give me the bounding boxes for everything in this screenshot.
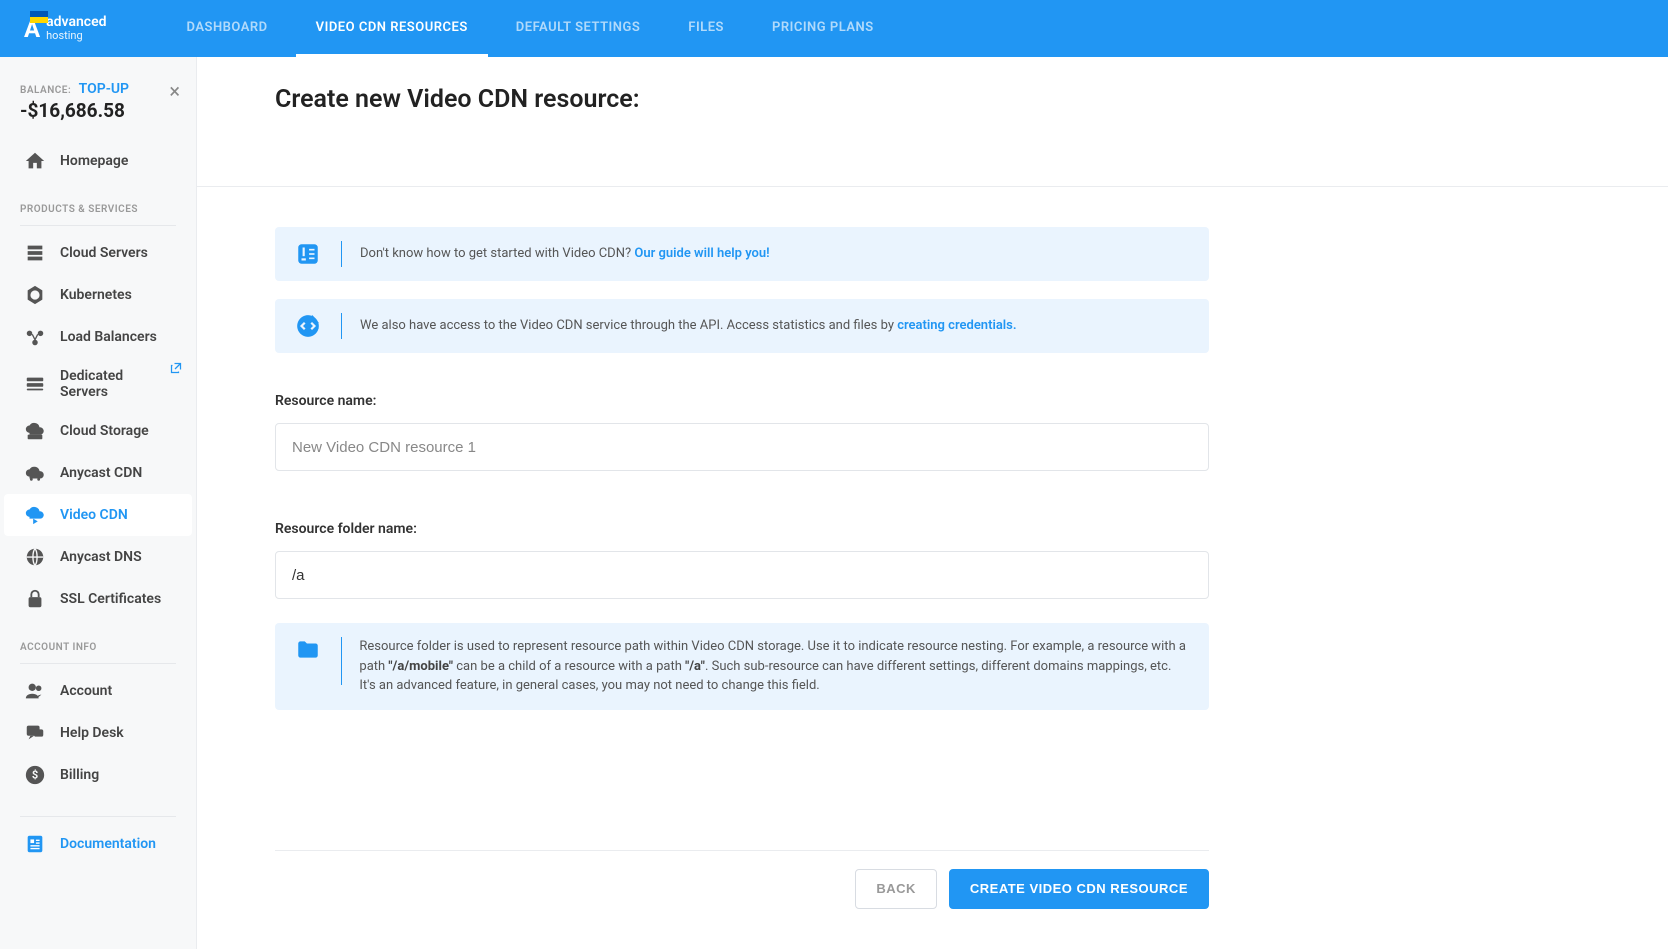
nav-default-settings[interactable]: DEFAULT SETTINGS <box>496 0 661 57</box>
guide-link[interactable]: Our guide will help you! <box>634 246 769 261</box>
divider <box>20 816 176 817</box>
sidebar-item-help-desk[interactable]: Help Desk <box>4 712 192 754</box>
external-link-icon <box>170 362 182 378</box>
credentials-link[interactable]: creating credentials. <box>897 318 1016 333</box>
api-info-box: We also have access to the Video CDN ser… <box>275 299 1209 353</box>
sidebar-item-label: Anycast CDN <box>60 465 142 481</box>
api-text: We also have access to the Video CDN ser… <box>360 316 1017 336</box>
nav-video-cdn-resources[interactable]: VIDEO CDN RESOURCES <box>296 0 488 57</box>
account-icon <box>24 680 46 702</box>
back-button[interactable]: BACK <box>855 869 937 909</box>
dedicated-servers-icon <box>24 373 46 395</box>
sidebar-heading-products: PRODUCTS & SERVICES <box>0 194 196 219</box>
sidebar-item-label: SSL Certificates <box>60 591 161 607</box>
folder-info-box: Resource folder is used to represent res… <box>275 623 1209 710</box>
folder-name-group: Resource folder name: <box>275 521 1209 599</box>
sidebar-item-dedicated-servers[interactable]: Dedicated Servers <box>4 358 192 410</box>
resource-name-label: Resource name: <box>275 393 1209 409</box>
resource-name-input[interactable] <box>275 423 1209 471</box>
guide-text: Don't know how to get started with Video… <box>360 244 770 264</box>
ssl-icon <box>24 588 46 610</box>
svg-text:$: $ <box>32 769 38 782</box>
folder-info-text: Resource folder is used to represent res… <box>359 637 1189 696</box>
folder-name-label: Resource folder name: <box>275 521 1209 537</box>
sidebar-item-label: Load Balancers <box>60 329 157 345</box>
nav-files[interactable]: FILES <box>668 0 744 57</box>
sidebar-item-homepage[interactable]: Homepage <box>4 140 192 182</box>
divider <box>20 225 176 226</box>
sidebar-item-label: Video CDN <box>60 507 128 523</box>
anycast-cdn-icon <box>24 462 46 484</box>
sidebar: × BALANCE: TOP-UP -$16,686.58 Homepage P… <box>0 57 197 949</box>
kubernetes-icon <box>24 284 46 306</box>
sidebar-item-label: Dedicated Servers <box>60 368 172 400</box>
close-icon[interactable]: × <box>169 79 180 103</box>
top-nav: DASHBOARD VIDEO CDN RESOURCES DEFAULT SE… <box>167 0 894 57</box>
api-icon <box>295 313 321 339</box>
nav-dashboard[interactable]: DASHBOARD <box>167 0 288 57</box>
nav-pricing-plans[interactable]: PRICING PLANS <box>752 0 894 57</box>
guide-icon <box>295 241 321 267</box>
cloud-storage-icon <box>24 420 46 442</box>
sidebar-item-load-balancers[interactable]: Load Balancers <box>4 316 192 358</box>
divider <box>20 663 176 664</box>
divider <box>341 313 342 339</box>
divider <box>341 241 342 267</box>
guide-info-box: Don't know how to get started with Video… <box>275 227 1209 281</box>
billing-icon: $ <box>24 764 46 786</box>
sidebar-item-documentation[interactable]: Documentation <box>4 823 192 865</box>
brand-name: advanced <box>46 15 106 29</box>
top-up-link[interactable]: TOP-UP <box>79 81 129 97</box>
load-balancer-icon <box>24 326 46 348</box>
divider <box>197 186 1668 187</box>
sidebar-item-video-cdn[interactable]: Video CDN <box>4 494 192 536</box>
documentation-icon <box>24 833 46 855</box>
sidebar-item-ssl-certificates[interactable]: SSL Certificates <box>4 578 192 620</box>
sidebar-item-label: Cloud Storage <box>60 423 149 439</box>
home-icon <box>24 150 46 172</box>
balance-amount: -$16,686.58 <box>20 99 176 122</box>
top-bar: A advanced hosting DASHBOARD VIDEO CDN R… <box>0 0 1668 57</box>
folder-name-input[interactable] <box>275 551 1209 599</box>
main-content: Create new Video CDN resource: Don't kno… <box>197 57 1668 949</box>
sidebar-item-anycast-dns[interactable]: Anycast DNS <box>4 536 192 578</box>
sidebar-heading-account: ACCOUNT INFO <box>0 632 196 657</box>
sidebar-item-label: Anycast DNS <box>60 549 142 565</box>
sidebar-item-label: Kubernetes <box>60 287 132 303</box>
sidebar-item-label: Help Desk <box>60 725 124 741</box>
balance-block: × BALANCE: TOP-UP -$16,686.58 <box>0 73 196 140</box>
balance-label: BALANCE: <box>20 85 71 96</box>
sidebar-item-label: Documentation <box>60 836 156 852</box>
anycast-dns-icon <box>24 546 46 568</box>
page-title: Create new Video CDN resource: <box>275 85 1209 114</box>
sidebar-item-label: Cloud Servers <box>60 245 148 261</box>
resource-name-group: Resource name: <box>275 393 1209 471</box>
folder-icon <box>295 637 321 663</box>
sidebar-item-cloud-storage[interactable]: Cloud Storage <box>4 410 192 452</box>
sidebar-item-cloud-servers[interactable]: Cloud Servers <box>4 232 192 274</box>
video-cdn-icon <box>24 504 46 526</box>
button-row: BACK CREATE VIDEO CDN RESOURCE <box>275 850 1209 909</box>
sidebar-item-anycast-cdn[interactable]: Anycast CDN <box>4 452 192 494</box>
create-resource-button[interactable]: CREATE VIDEO CDN RESOURCE <box>949 869 1209 909</box>
brand-logo[interactable]: A advanced hosting <box>24 15 107 43</box>
sidebar-item-label: Billing <box>60 767 99 783</box>
sidebar-item-label: Homepage <box>60 153 128 169</box>
brand-sub: hosting <box>46 29 106 42</box>
sidebar-item-account[interactable]: Account <box>4 670 192 712</box>
help-desk-icon <box>24 722 46 744</box>
logo-icon: A <box>24 15 40 43</box>
sidebar-item-label: Account <box>60 683 112 699</box>
servers-icon <box>24 242 46 264</box>
sidebar-item-kubernetes[interactable]: Kubernetes <box>4 274 192 316</box>
sidebar-item-billing[interactable]: $ Billing <box>4 754 192 796</box>
